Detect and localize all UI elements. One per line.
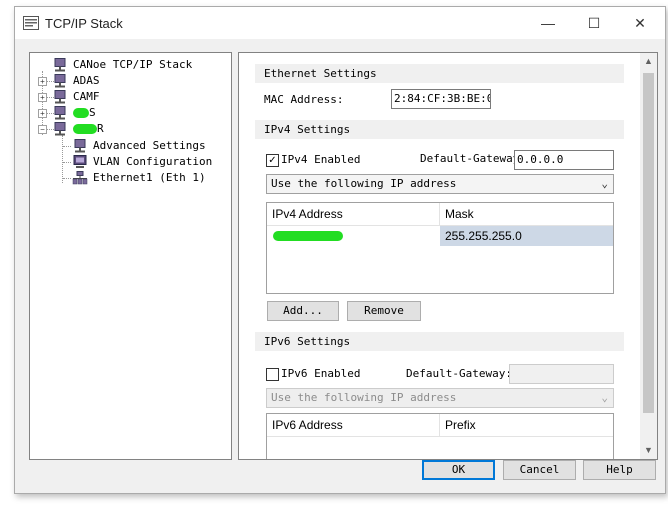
- computer-icon: [54, 122, 66, 136]
- tcpip-stack-dialog: TCP/IP Stack — ☐ ✕ CANoe TCP/IP Stack +: [14, 6, 666, 494]
- title-bar: TCP/IP Stack — ☐ ✕: [15, 7, 665, 39]
- chevron-down-icon: ⌄: [601, 177, 608, 190]
- ipv4-enabled-label: IPv4 Enabled: [281, 153, 361, 166]
- column-header-mask: Mask: [445, 207, 474, 221]
- ipv6-gateway-field[interactable]: [509, 364, 614, 384]
- column-header-ipv4-address: IPv4 Address: [272, 207, 343, 221]
- stack-tree[interactable]: CANoe TCP/IP Stack + ADAS + CAMF + S − R…: [29, 52, 232, 460]
- computer-icon: [54, 74, 66, 88]
- redaction-mark: [73, 124, 97, 134]
- tree-item-label: ADAS: [73, 74, 100, 87]
- tree-item-label: VLAN Configuration: [93, 155, 213, 168]
- ok-button[interactable]: OK: [422, 460, 495, 480]
- ipv4-mode-select[interactable]: Use the following IP address ⌄: [266, 174, 614, 194]
- ipv4-enabled-checkbox[interactable]: ✓: [266, 154, 279, 167]
- expand-icon[interactable]: +: [38, 109, 47, 118]
- minimize-button[interactable]: —: [525, 7, 571, 39]
- ipv6-mode-value: Use the following IP address: [271, 391, 457, 404]
- ipv6-enabled-checkbox[interactable]: [266, 368, 279, 381]
- vertical-scrollbar[interactable]: ▲ ▼: [640, 53, 657, 459]
- add-address-button[interactable]: Add...: [267, 301, 339, 321]
- expand-icon[interactable]: +: [38, 77, 47, 86]
- ipv4-address-table[interactable]: IPv4 Address Mask 255.255.255.0: [266, 202, 614, 294]
- app-icon: [23, 16, 39, 30]
- remove-address-button[interactable]: Remove: [347, 301, 421, 321]
- table-cell-address[interactable]: [267, 226, 439, 246]
- table-header: IPv6 Address Prefix: [267, 414, 613, 437]
- column-header-ipv6-address: IPv6 Address: [272, 418, 343, 432]
- redaction-mark: [273, 231, 343, 241]
- scrollbar-thumb[interactable]: [643, 73, 654, 413]
- monitor-icon: [73, 155, 87, 168]
- mask-value: 255.255.255.0: [445, 229, 522, 243]
- window-title: TCP/IP Stack: [45, 16, 123, 31]
- ethernet-settings-header: Ethernet Settings: [255, 64, 624, 83]
- table-header: IPv4 Address Mask: [267, 203, 613, 226]
- network-icon: [72, 171, 88, 185]
- tree-item-label: S: [89, 106, 96, 119]
- scroll-up-icon[interactable]: ▲: [640, 53, 657, 70]
- mac-address-label: MAC Address:: [264, 93, 344, 106]
- tree-item-label: Ethernet1 (Eth 1): [93, 171, 206, 184]
- ipv6-enabled-label: IPv6 Enabled: [281, 367, 361, 380]
- computer-icon: [54, 106, 66, 120]
- computer-icon: [54, 58, 66, 72]
- tree-item-label: Advanced Settings: [93, 139, 206, 152]
- collapse-icon[interactable]: −: [38, 125, 47, 134]
- scroll-down-icon[interactable]: ▼: [640, 442, 657, 459]
- ipv6-gateway-label: Default-Gateway:: [406, 367, 512, 380]
- ipv6-settings-header: IPv6 Settings: [255, 332, 624, 351]
- ipv4-gateway-label: Default-Gateway:: [420, 152, 526, 165]
- ipv4-settings-header: IPv4 Settings: [255, 120, 624, 139]
- maximize-button[interactable]: ☐: [571, 7, 617, 39]
- column-header-prefix: Prefix: [445, 418, 476, 432]
- chevron-down-icon: ⌄: [601, 391, 608, 404]
- table-cell-mask[interactable]: 255.255.255.0: [440, 226, 613, 246]
- tree-item-label: R: [97, 122, 104, 135]
- tree-item-label: CAMF: [73, 90, 100, 103]
- cancel-button[interactable]: Cancel: [503, 460, 576, 480]
- tree-item-label: CANoe TCP/IP Stack: [73, 58, 193, 71]
- mac-address-field[interactable]: 2:84:CF:3B:BE:02: [391, 89, 491, 109]
- expand-icon[interactable]: +: [38, 93, 47, 102]
- computer-icon: [74, 139, 86, 153]
- ipv6-mode-select[interactable]: Use the following IP address ⌄: [266, 388, 614, 408]
- settings-panel: Ethernet Settings MAC Address: 2:84:CF:3…: [238, 52, 658, 460]
- redaction-mark: [73, 108, 89, 118]
- ipv4-mode-value: Use the following IP address: [271, 177, 457, 190]
- table-row[interactable]: 255.255.255.0: [267, 226, 613, 246]
- close-button[interactable]: ✕: [617, 7, 663, 39]
- computer-icon: [54, 90, 66, 104]
- ipv6-address-table[interactable]: IPv6 Address Prefix: [266, 413, 614, 459]
- ipv4-gateway-field[interactable]: 0.0.0.0: [514, 150, 614, 170]
- help-button[interactable]: Help: [583, 460, 656, 480]
